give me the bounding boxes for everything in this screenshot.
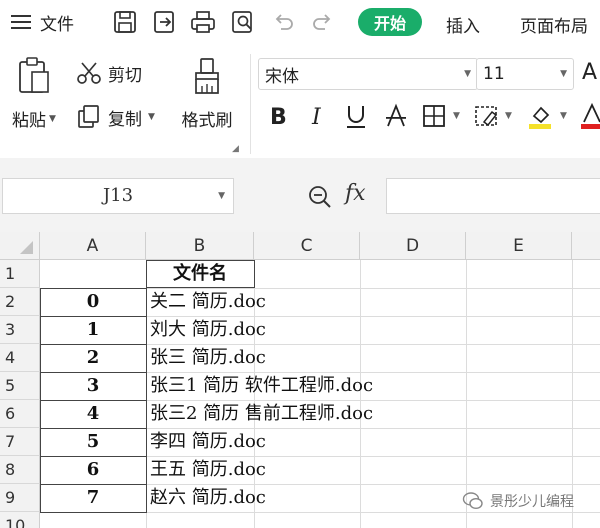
font-grow-icon: A: [582, 60, 598, 85]
row-header-6[interactable]: 6: [0, 400, 40, 428]
ribbon-separator: [250, 54, 251, 154]
cut-label: 剪切: [108, 65, 142, 86]
cell-b3[interactable]: 刘大 简历.doc: [150, 316, 266, 344]
cell-a9[interactable]: 7: [40, 484, 146, 512]
cell-b1[interactable]: 文件名: [146, 260, 254, 288]
gridline: [466, 260, 467, 528]
name-box-value: J13: [102, 185, 134, 206]
spreadsheet-grid[interactable]: A B C D E 1 2 3 4 5 6 7 8 9 10 文件名 0 1 2…: [0, 232, 600, 528]
print-icon[interactable]: [190, 9, 216, 35]
format-painter-icon: [195, 58, 219, 94]
chevron-down-icon: ▼: [218, 191, 225, 201]
svg-text:I: I: [311, 105, 322, 130]
copy-button[interactable]: 复制 ▼: [76, 104, 155, 130]
cell-b6[interactable]: 张三2 简历 售前工程师.doc: [150, 400, 373, 428]
cell-a3[interactable]: 1: [40, 316, 146, 344]
font-color-icon[interactable]: [578, 102, 600, 130]
formula-bar: J13 ▼ fx: [0, 158, 600, 232]
row-header-10[interactable]: 10: [0, 512, 40, 528]
cell-b4[interactable]: 张三 简历.doc: [150, 344, 266, 372]
wechat-logo-icon: [462, 492, 483, 510]
row-header-8[interactable]: 8: [0, 456, 40, 484]
fill-color-icon[interactable]: [526, 102, 554, 130]
row-header-5[interactable]: 5: [0, 372, 40, 400]
file-menu-label: 文件: [40, 14, 74, 35]
row-header-9[interactable]: 9: [0, 484, 40, 512]
cell-a6[interactable]: 4: [40, 400, 146, 428]
row-header-2[interactable]: 2: [0, 288, 40, 316]
row-header-3[interactable]: 3: [0, 316, 40, 344]
watermark-text: 景彤少儿编程: [490, 494, 574, 510]
increase-font-size-button[interactable]: A: [582, 60, 597, 85]
column-header-f[interactable]: [572, 232, 600, 260]
hamburger-icon: [11, 15, 31, 29]
format-painter-button[interactable]: 格式刷: [174, 56, 240, 131]
bold-icon[interactable]: B: [265, 102, 293, 130]
clipboard-launcher-icon[interactable]: ◢: [232, 144, 239, 154]
paste-icon: [19, 57, 49, 93]
column-header-d[interactable]: D: [360, 232, 466, 260]
tab-home[interactable]: 开始: [358, 8, 422, 36]
font-size-select[interactable]: 11 ▼: [476, 58, 574, 90]
select-all-button[interactable]: [0, 232, 40, 260]
erase-icon[interactable]: [472, 102, 500, 130]
cell-a4[interactable]: 2: [40, 344, 146, 372]
insert-function-button[interactable]: fx: [345, 181, 366, 206]
font-name-value: 宋体: [265, 66, 299, 87]
name-box[interactable]: J13 ▼: [2, 178, 234, 214]
format-painter-label: 格式刷: [181, 111, 233, 131]
paste-button[interactable]: 粘贴 ▼: [6, 56, 62, 131]
chevron-down-icon[interactable]: ▼: [148, 112, 155, 122]
zoom-icon[interactable]: [306, 183, 334, 211]
cell-a5[interactable]: 3: [40, 372, 146, 400]
copy-icon: [78, 105, 99, 128]
borders-icon[interactable]: [420, 102, 448, 130]
paste-label: 粘贴: [12, 111, 47, 131]
svg-text:B: B: [270, 105, 287, 130]
strikethrough-icon[interactable]: [382, 102, 410, 130]
cell-b9[interactable]: 赵六 简历.doc: [150, 484, 266, 512]
column-header-a[interactable]: A: [40, 232, 146, 260]
cell-a7[interactable]: 5: [40, 428, 146, 456]
title-bar: 文件 开始 插入 页面布局: [0, 0, 600, 46]
chevron-down-icon: ▼: [464, 69, 471, 79]
watermark: 景彤少儿编程: [462, 490, 574, 512]
column-header-c[interactable]: C: [254, 232, 360, 260]
cell-b8[interactable]: 王五 简历.doc: [150, 456, 266, 484]
file-menu-button[interactable]: 文件: [10, 10, 74, 35]
undo-icon[interactable]: [270, 9, 296, 35]
chevron-down-icon[interactable]: ▼: [560, 111, 567, 121]
cell-b2[interactable]: 关二 简历.doc: [150, 288, 266, 316]
copy-label: 复制: [108, 109, 142, 130]
column-header-e[interactable]: E: [466, 232, 572, 260]
chevron-down-icon: ▼: [560, 69, 567, 79]
cell-a8[interactable]: 6: [40, 456, 146, 484]
row-header-1[interactable]: 1: [0, 260, 40, 288]
formula-input[interactable]: [386, 178, 600, 214]
cell-b5[interactable]: 张三1 简历 软件工程师.doc: [150, 372, 373, 400]
gridline: [572, 260, 573, 528]
tab-insert[interactable]: 插入: [446, 12, 480, 37]
export-icon[interactable]: [152, 9, 178, 35]
save-icon[interactable]: [112, 9, 138, 35]
cell-b7[interactable]: 李四 简历.doc: [150, 428, 266, 456]
chevron-down-icon[interactable]: ▼: [453, 111, 460, 121]
print-preview-icon[interactable]: [230, 9, 256, 35]
column-header-b[interactable]: B: [146, 232, 254, 260]
chevron-down-icon[interactable]: ▼: [49, 114, 56, 124]
row-header-7[interactable]: 7: [0, 428, 40, 456]
chevron-down-icon[interactable]: ▼: [505, 111, 512, 121]
row-header-4[interactable]: 4: [0, 344, 40, 372]
ribbon-home: 粘贴 ▼ 剪切 复制 ▼ 格式刷 ◢ 宋体 ▼ 11 ▼ A B I ▼ ▼ ▼: [0, 46, 600, 158]
cut-button[interactable]: 剪切: [76, 60, 142, 86]
redo-icon[interactable]: [310, 9, 336, 35]
font-name-select[interactable]: 宋体 ▼: [258, 58, 478, 90]
cell-a2[interactable]: 0: [40, 288, 146, 316]
font-size-value: 11: [483, 64, 505, 84]
scissors-icon: [77, 62, 101, 84]
italic-icon[interactable]: I: [304, 102, 332, 130]
underline-icon[interactable]: [342, 102, 370, 130]
tab-page-layout[interactable]: 页面布局: [520, 12, 588, 37]
